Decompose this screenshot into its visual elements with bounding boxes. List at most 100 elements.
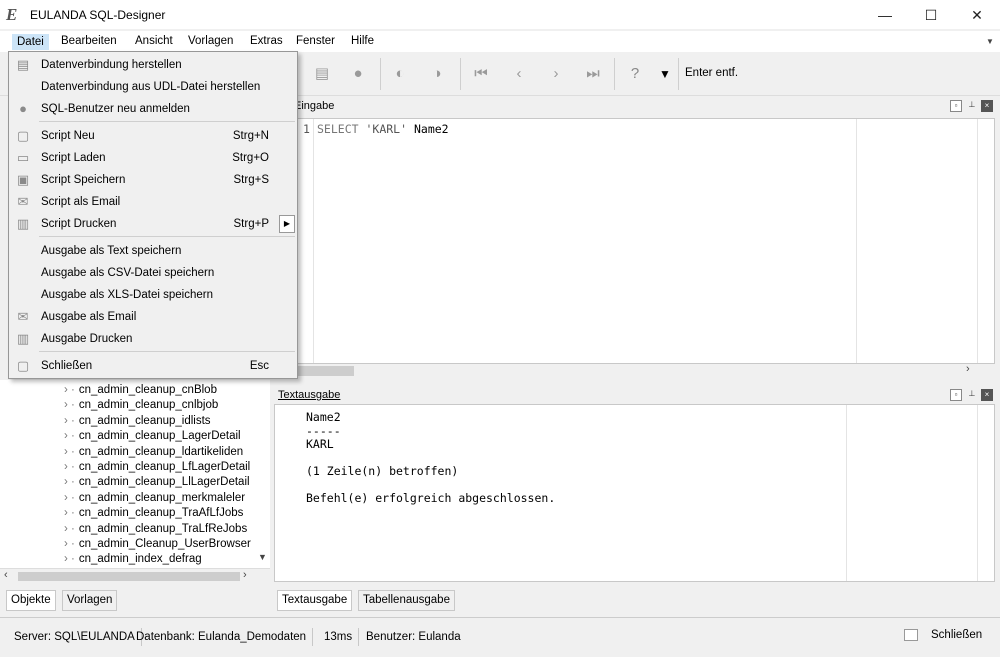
tree-item[interactable]: › · cn_admin_cleanup_cnBlob	[64, 383, 217, 398]
tree-item[interactable]: › · cn_admin_Cleanup_UserBrowser	[64, 537, 251, 552]
dropdown-arrow-icon[interactable]: ▼	[655, 64, 675, 84]
prev-record-icon[interactable]: ‹	[509, 64, 529, 84]
menu-item-script-als-email[interactable]: ✉ Script als Email	[9, 191, 297, 213]
enter-option-label[interactable]: Enter entf.	[685, 67, 738, 79]
tree-item[interactable]: › · cn_admin_cleanup_TraAfLfJobs	[64, 506, 243, 521]
chevron-right-icon[interactable]: › ·	[64, 507, 75, 519]
record-alt-icon[interactable]: ◑	[427, 64, 447, 84]
tab-objekte[interactable]: Objekte	[6, 590, 56, 611]
menu-item-ausgabe-drucken[interactable]: ▥ Ausgabe Drucken	[9, 328, 297, 350]
close-button[interactable]: ✕	[954, 0, 1000, 30]
menu-item-ausgabe-als-xls-datei-speichern[interactable]: Ausgabe als XLS-Datei speichern	[9, 284, 297, 306]
toolbar-separator	[380, 58, 381, 90]
menu-item-shortcut: Strg+O	[232, 152, 269, 164]
tab-tabellenausgabe[interactable]: Tabellenausgabe	[358, 590, 455, 611]
last-record-icon[interactable]: ⏭	[583, 64, 603, 84]
tree-item[interactable]: › · cn_admin_cleanup_ldartikeliden	[64, 445, 243, 460]
pin-icon[interactable]: ⊥	[966, 389, 978, 401]
menu-item-ausgabe-als-csv-datei-speichern[interactable]: Ausgabe als CSV-Datei speichern	[9, 262, 297, 284]
menu-vorlagen[interactable]: Vorlagen	[184, 34, 237, 50]
menu-datei[interactable]: Datei	[12, 34, 49, 50]
record-icon[interactable]: ◐	[390, 64, 410, 84]
tab-textausgabe[interactable]: Textausgabe	[277, 590, 353, 611]
tree-item-label: cn_admin_cleanup_LagerDetail	[78, 430, 241, 443]
chevron-right-icon[interactable]: › ·	[64, 430, 75, 442]
menu-extras[interactable]: Extras	[246, 34, 287, 50]
menu-item-script-neu[interactable]: ▢ Script Neu Strg+N	[9, 125, 297, 147]
chevron-right-icon[interactable]: › ·	[64, 538, 75, 550]
text-output[interactable]: Name2 ----- KARL (1 Zeile(n) betroffen) Befe…	[274, 404, 995, 582]
chevron-right-icon[interactable]: › ·	[64, 553, 75, 565]
vertical-scrollbar[interactable]	[977, 405, 978, 581]
scroll-left-icon[interactable]: ‹	[4, 569, 8, 581]
chevron-right-icon[interactable]: › ·	[64, 399, 75, 411]
menu-fenster[interactable]: Fenster	[292, 34, 339, 50]
scrollbar-thumb[interactable]	[18, 572, 240, 581]
menu-separator	[39, 351, 295, 352]
minimize-button[interactable]: —	[862, 0, 908, 30]
next-record-icon[interactable]: ›	[546, 64, 566, 84]
maximize-button[interactable]: ☐	[908, 0, 954, 30]
scrollbar-thumb[interactable]	[292, 366, 354, 376]
scroll-down-icon[interactable]: ▼	[258, 552, 267, 562]
status-server: Server: SQL\EULANDA	[8, 628, 142, 646]
menu-bearbeiten[interactable]: Bearbeiten	[57, 34, 121, 50]
menu-separator	[39, 236, 295, 237]
menu-item-script-laden[interactable]: ▭ Script Laden Strg+O	[9, 147, 297, 169]
tree-item[interactable]: › · cn_admin_index_defrag	[64, 552, 202, 567]
menu-item-datenverbindung-aus-udl-datei-herstellen[interactable]: Datenverbindung aus UDL-Datei herstellen	[9, 76, 297, 98]
chevron-right-icon[interactable]: › ·	[64, 523, 75, 535]
vertical-scrollbar[interactable]	[977, 119, 978, 363]
menu-item-shortcut: Strg+P	[233, 218, 269, 230]
code-string: 'KARL'	[365, 122, 408, 136]
panel-restore-icon[interactable]: ▫	[950, 100, 962, 112]
tab-vorlagen[interactable]: Vorlagen	[62, 590, 118, 611]
first-record-icon[interactable]: ⏮	[471, 64, 491, 84]
tree-hscrollbar[interactable]: ‹ ›	[0, 568, 270, 583]
tree-item[interactable]: › · cn_admin_cleanup_merkmaleler	[64, 491, 245, 506]
menubar-overflow-icon[interactable]: ▼	[986, 37, 994, 46]
menu-hilfe[interactable]: Hilfe	[347, 34, 378, 50]
menu-item-ausgabe-als-text-speichern[interactable]: Ausgabe als Text speichern	[9, 240, 297, 262]
editor-panel-title: Eingabe	[294, 100, 335, 112]
status-close-button[interactable]: Schließen	[931, 629, 982, 641]
chevron-right-icon[interactable]: › ·	[64, 415, 75, 427]
sql-editor[interactable]: 1 SELECT 'KARL' Name2	[292, 118, 995, 364]
menu-item-script-speichern[interactable]: ▣ Script Speichern Strg+S	[9, 169, 297, 191]
chevron-right-icon[interactable]: › ·	[64, 476, 75, 488]
panel-restore-icon[interactable]: ▫	[950, 389, 962, 401]
chevron-right-icon[interactable]: › ·	[64, 384, 75, 396]
chevron-right-icon[interactable]: › ·	[64, 446, 75, 458]
tree-item[interactable]: › · cn_admin_cleanup_LfLagerDetail	[64, 460, 250, 475]
panel-close-icon[interactable]: ×	[981, 389, 993, 401]
chevron-right-icon[interactable]: › ·	[64, 492, 75, 504]
scroll-right-icon[interactable]: ›	[243, 569, 247, 581]
close-window-icon[interactable]	[904, 629, 918, 641]
title-bar: E EULANDA SQL-Designer — ☐ ✕	[0, 0, 1000, 30]
tree-item[interactable]: › · cn_admin_cleanup_cnlbjob	[64, 398, 218, 413]
menu-item-label: Script Laden	[41, 152, 106, 164]
tree-item[interactable]: › · cn_admin_cleanup_TraLfReJobs	[64, 522, 247, 537]
menu-item-ausgabe-als-email[interactable]: ✉ Ausgabe als Email	[9, 306, 297, 328]
run-script-icon[interactable]: ▤	[312, 64, 332, 84]
print-icon: ▥	[16, 216, 30, 231]
scroll-right-icon[interactable]: ›	[966, 363, 970, 375]
help-icon[interactable]: ?	[625, 64, 645, 84]
chevron-right-icon[interactable]: › ·	[64, 461, 75, 473]
submenu-arrow-icon[interactable]: ▶	[279, 215, 295, 233]
editor-hscrollbar[interactable]: ›	[292, 363, 995, 378]
pin-icon[interactable]: ⊥	[966, 100, 978, 112]
tree-item[interactable]: › · cn_admin_cleanup_LagerDetail	[64, 429, 241, 444]
tree-item-label: cn_admin_Cleanup_UserBrowser	[78, 538, 251, 550]
user-icon[interactable]: ●	[348, 64, 368, 84]
panel-close-icon[interactable]: ×	[981, 100, 993, 112]
tree-item-label: cn_admin_cleanup_idlists	[78, 414, 211, 427]
menu-item-script-drucken[interactable]: ▥ Script Drucken Strg+P ▶	[9, 213, 297, 235]
menu-item-datenverbindung-herstellen[interactable]: ▤ Datenverbindung herstellen	[9, 54, 297, 76]
menu-ansicht[interactable]: Ansicht	[131, 34, 177, 50]
menu-item-schlie-en[interactable]: ▢ Schließen Esc	[9, 355, 297, 377]
tree-item[interactable]: › · cn_admin_cleanup_LlLagerDetail	[64, 475, 250, 490]
menu-item-sql-benutzer-neu-anmelden[interactable]: ● SQL-Benutzer neu anmelden	[9, 98, 297, 120]
output-line: Name2	[306, 410, 341, 424]
tree-item[interactable]: › · cn_admin_cleanup_idlists	[64, 414, 211, 429]
